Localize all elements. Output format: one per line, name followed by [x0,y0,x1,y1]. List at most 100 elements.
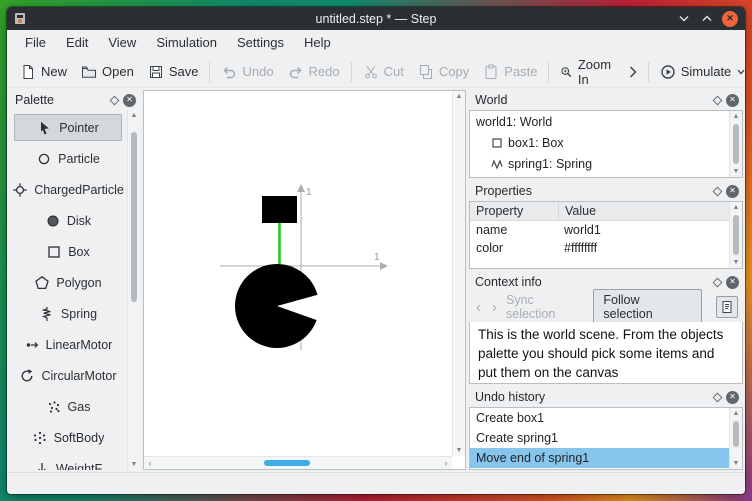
palette-item-circularmotor[interactable]: CircularMotor [14,362,122,389]
scroll-down-icon[interactable]: ▼ [131,459,138,470]
scroll-down-icon[interactable]: ▼ [733,458,740,469]
tree-item-spring1[interactable]: spring1: Spring [470,153,729,174]
scrollbar-thumb[interactable] [264,460,311,466]
cut-button[interactable]: Cut [356,60,411,84]
palette-item-disk[interactable]: Disk [14,207,122,234]
menu-item-file[interactable]: File [15,30,56,56]
menu-item-view[interactable]: View [98,30,146,56]
toolbar-overflow-button[interactable] [622,62,644,82]
scroll-right-icon[interactable]: › [440,457,452,469]
palette-item-particle[interactable]: Particle [14,145,122,172]
copy-button[interactable]: Copy [411,60,476,84]
properties-dock: Properties ✕ Property Value name world1 … [469,181,743,269]
palette-item-label: Box [68,244,90,259]
undo-button[interactable]: Undo [214,60,280,84]
paste-button[interactable]: Paste [476,60,544,84]
context-doc-button[interactable] [716,296,738,318]
toolbar-separator [647,61,649,82]
zoom-in-button[interactable]: Zoom In [553,53,621,91]
scroll-up-icon[interactable]: ▲ [456,91,463,102]
palette-item-softbody[interactable]: SoftBody [14,424,122,451]
canvas[interactable]: 1 1 ▲ ▼ ‹ › [143,90,466,470]
menu-item-settings[interactable]: Settings [227,30,294,56]
close-dock-button[interactable]: ✕ [726,184,739,198]
float-dock-icon[interactable] [712,95,723,105]
spring-icon [41,306,51,321]
save-button[interactable]: Save [141,60,206,84]
sync-selection-button[interactable]: Sync selection [506,293,586,321]
new-button[interactable]: New [13,60,74,84]
close-icon: ✕ [729,277,736,286]
table-row[interactable]: color #ffffffff [470,239,729,257]
open-button[interactable]: Open [74,60,141,84]
palette-item-box[interactable]: Box [14,238,122,265]
scroll-up-icon[interactable]: ▲ [733,202,740,213]
back-icon[interactable]: ‹ [474,300,483,315]
palette-item-polygon[interactable]: Polygon [14,269,122,296]
tree-item-box1[interactable]: box1: Box [470,132,729,153]
world-scrollbar[interactable]: ▲ ▼ [729,111,742,177]
undo-item-create-box1[interactable]: Create box1 [470,408,729,428]
scroll-up-icon[interactable]: ▲ [733,408,740,419]
forward-icon[interactable]: › [490,300,499,315]
right-dock-column: World ✕ world1: World box1: Box spring1:… [469,90,743,470]
table-row[interactable]: name world1 [470,221,729,239]
scroll-up-icon[interactable]: ▲ [131,110,138,121]
menu-item-help[interactable]: Help [294,30,341,56]
scroll-left-icon[interactable]: ‹ [144,457,156,469]
palette-item-linearmotor[interactable]: LinearMotor [14,331,122,358]
property-value-cell[interactable]: #ffffffff [558,241,729,255]
scrollbar-thumb[interactable] [733,421,739,447]
box1-object[interactable] [262,196,297,223]
palette-item-spring[interactable]: Spring [14,300,122,327]
palette-item-pointer[interactable]: Pointer [14,114,122,141]
close-button[interactable]: ✕ [722,10,738,27]
palette-scrollbar[interactable]: ▲ ▼ [127,110,140,470]
minimize-button[interactable] [676,11,692,27]
menu-item-simulation[interactable]: Simulation [146,30,227,56]
close-dock-button[interactable]: ✕ [726,93,739,107]
canvas-vertical-scrollbar[interactable]: ▲ ▼ [452,91,465,456]
palette-item-gas[interactable]: Gas [14,393,122,420]
scroll-up-icon[interactable]: ▲ [733,111,740,122]
undo-icon [223,66,236,78]
scroll-down-icon[interactable]: ▼ [733,257,740,268]
particle-icon [38,153,50,164]
simulate-button[interactable]: Simulate [653,60,745,84]
close-dock-button[interactable]: ✕ [123,93,136,107]
world-title: World [475,93,508,107]
scrollbar-thumb[interactable] [733,124,739,164]
palette-item-chargedparticle[interactable]: ChargedParticle [13,176,124,203]
property-value-cell[interactable]: world1 [558,223,729,237]
tree-item-world1[interactable]: world1: World [470,111,729,132]
scroll-down-icon[interactable]: ▼ [733,166,740,177]
world-dock-header: World ✕ [469,90,743,110]
follow-selection-button[interactable]: Follow selection [593,289,703,325]
disk-object[interactable] [235,264,324,348]
canvas-horizontal-scrollbar[interactable]: ‹ › [144,456,452,469]
float-dock-icon[interactable] [712,392,723,402]
close-dock-button[interactable]: ✕ [726,390,739,404]
menu-item-edit[interactable]: Edit [56,30,98,56]
maximize-button[interactable] [699,11,715,27]
context-info-text: This is the world scene. From the object… [469,322,743,384]
float-dock-icon[interactable] [712,277,723,287]
undo-item-create-spring1[interactable]: Create spring1 [470,428,729,448]
titlebar[interactable]: untitled.step * — Step ✕ [7,7,745,30]
float-dock-icon[interactable] [712,186,723,196]
column-header-value[interactable]: Value [558,202,729,220]
box-icon [492,137,502,148]
column-header-property[interactable]: Property [470,204,558,218]
scrollbar-thumb[interactable] [733,215,739,255]
redo-button[interactable]: Redo [281,60,347,84]
scroll-down-icon[interactable]: ▼ [456,445,463,456]
palette-item-weightforce[interactable]: WeightF [14,455,122,470]
undo-item-move-end-of-spring1[interactable]: Move end of spring1 [470,448,729,468]
properties-scrollbar[interactable]: ▲ ▼ [729,202,742,268]
float-dock-icon[interactable] [109,95,120,105]
properties-title: Properties [475,184,532,198]
close-dock-button[interactable]: ✕ [726,275,739,289]
scrollbar-thumb[interactable] [131,132,137,302]
paste-button-label: Paste [504,64,538,79]
undo-scrollbar[interactable]: ▲ ▼ [729,408,742,469]
